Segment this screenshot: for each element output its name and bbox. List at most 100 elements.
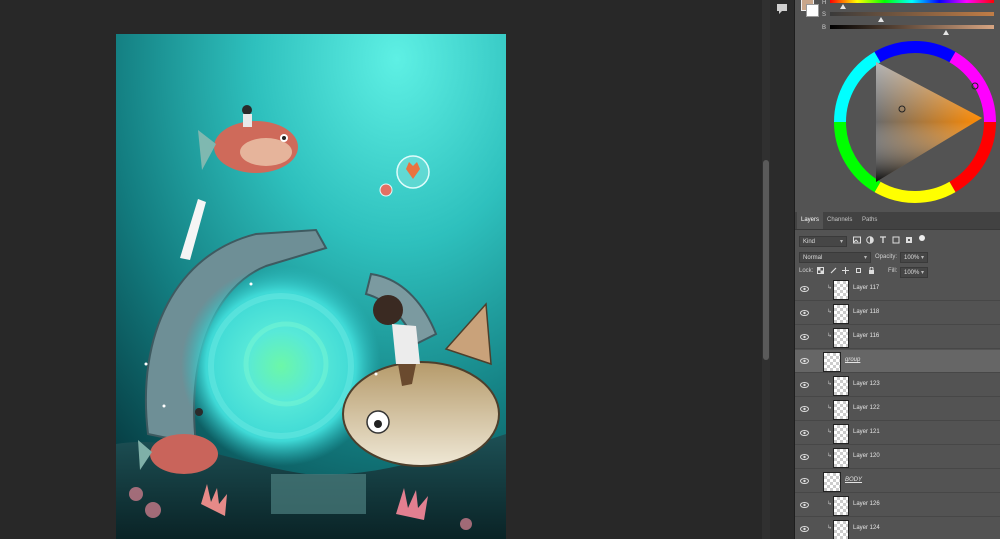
blend-mode-value: Normal bbox=[803, 255, 823, 261]
layer-thumbnail bbox=[833, 376, 849, 396]
hue-slider-label: H bbox=[822, 0, 827, 6]
layers-panel: Layers Channels Paths Kind ▾ Normal ▾ Op… bbox=[795, 212, 1000, 539]
smart-object-filter-icon[interactable] bbox=[905, 236, 913, 244]
brightness-slider-label: B bbox=[822, 25, 827, 31]
lock-artboard-icon[interactable] bbox=[855, 267, 862, 274]
lock-transparency-icon[interactable] bbox=[817, 267, 824, 274]
visibility-eye-icon[interactable] bbox=[800, 286, 809, 292]
color-wheel[interactable] bbox=[833, 40, 997, 204]
layer-row[interactable]: ↳ Layer 123 bbox=[795, 374, 1000, 397]
underwater-illustration bbox=[116, 34, 506, 539]
group-name[interactable]: group bbox=[845, 357, 860, 363]
layer-thumbnail bbox=[833, 400, 849, 420]
chevron-down-icon: ▾ bbox=[920, 255, 924, 261]
fill-field[interactable]: 100% ▾ bbox=[900, 267, 928, 278]
lock-label: Lock: bbox=[799, 268, 814, 274]
layer-row[interactable]: ↳ Layer 121 bbox=[795, 422, 1000, 445]
visibility-eye-icon[interactable] bbox=[800, 526, 809, 532]
layer-row[interactable]: ↳ Layer 116 bbox=[795, 326, 1000, 349]
visibility-eye-icon[interactable] bbox=[800, 334, 809, 340]
lock-pixels-icon[interactable] bbox=[830, 267, 837, 274]
clipping-mask-icon: ↳ bbox=[827, 501, 833, 507]
layer-name[interactable]: Layer 118 bbox=[853, 309, 879, 315]
layer-list: ↳ Layer 117 ↳ Layer 118 ↳ Layer 116 grou… bbox=[795, 278, 1000, 539]
layer-name[interactable]: Layer 116 bbox=[853, 333, 879, 339]
speech-bubble-icon[interactable] bbox=[774, 2, 790, 16]
panel-dock-strip bbox=[770, 0, 795, 539]
layer-thumbnail bbox=[833, 520, 849, 539]
adjustment-filter-icon[interactable] bbox=[866, 236, 874, 244]
hue-slider[interactable] bbox=[830, 0, 994, 3]
layer-name[interactable]: Layer 122 bbox=[853, 405, 880, 411]
layer-row[interactable]: ↳ Layer 126 bbox=[795, 494, 1000, 517]
visibility-eye-icon[interactable] bbox=[800, 310, 809, 316]
layer-thumbnail bbox=[833, 304, 849, 324]
artwork-canvas[interactable] bbox=[116, 34, 506, 539]
layer-thumbnail bbox=[833, 280, 849, 300]
brightness-slider-knob[interactable] bbox=[943, 30, 950, 35]
layer-thumbnail bbox=[833, 328, 849, 348]
visibility-eye-icon[interactable] bbox=[800, 382, 809, 388]
type-filter-icon[interactable] bbox=[879, 236, 887, 244]
filter-kind-dropdown[interactable]: Kind ▾ bbox=[799, 236, 847, 247]
filter-kind-value: Kind bbox=[803, 239, 816, 245]
right-panel-dock: H S B Layers Channels Paths Kind ▾ Norma… bbox=[795, 0, 1000, 539]
tab-layers[interactable]: Layers bbox=[797, 212, 824, 229]
layer-row[interactable]: ↳ Layer 122 bbox=[795, 398, 1000, 421]
visibility-eye-icon[interactable] bbox=[800, 358, 809, 364]
fill-value: 100% bbox=[904, 270, 920, 276]
layer-name[interactable]: Layer 124 bbox=[853, 525, 880, 531]
layer-row[interactable]: ↳ Layer 118 bbox=[795, 302, 1000, 325]
scrollbar-thumb[interactable] bbox=[763, 160, 769, 360]
tab-paths[interactable]: Paths bbox=[858, 212, 881, 229]
visibility-eye-icon[interactable] bbox=[800, 430, 809, 436]
image-filter-icon[interactable] bbox=[853, 236, 861, 244]
layer-name[interactable]: Layer 120 bbox=[853, 453, 880, 459]
layer-name[interactable]: Layer 117 bbox=[853, 285, 879, 291]
lock-position-icon[interactable] bbox=[842, 267, 849, 274]
layer-thumbnail bbox=[833, 496, 849, 516]
clipping-mask-icon: ↳ bbox=[827, 405, 833, 411]
chevron-down-icon: ▾ bbox=[863, 255, 867, 261]
layer-name[interactable]: Layer 121 bbox=[853, 429, 880, 435]
visibility-eye-icon[interactable] bbox=[800, 454, 809, 460]
clipping-mask-icon: ↳ bbox=[827, 333, 833, 339]
color-panel: H S B bbox=[795, 0, 1000, 212]
shape-filter-icon[interactable] bbox=[892, 236, 900, 244]
layer-row[interactable]: BODY bbox=[795, 470, 1000, 493]
toggle-filter-icon[interactable] bbox=[918, 234, 926, 242]
visibility-eye-icon[interactable] bbox=[800, 406, 809, 412]
document-canvas-area[interactable] bbox=[0, 0, 762, 539]
clipping-mask-icon: ↳ bbox=[827, 309, 833, 315]
layer-name[interactable]: Layer 123 bbox=[853, 381, 880, 387]
group-thumbnail bbox=[823, 472, 841, 492]
opacity-label: Opacity: bbox=[875, 254, 898, 260]
saturation-slider-label: S bbox=[822, 12, 827, 18]
clipping-mask-icon: ↳ bbox=[827, 525, 833, 531]
group-name[interactable]: BODY bbox=[845, 477, 862, 483]
chevron-down-icon: ▾ bbox=[839, 239, 843, 245]
opacity-field[interactable]: 100% ▾ bbox=[900, 252, 928, 263]
opacity-value: 100% bbox=[904, 255, 920, 261]
layer-row[interactable]: ↳ Layer 120 bbox=[795, 446, 1000, 469]
fill-label: Fill: bbox=[888, 268, 898, 274]
background-color-swatch[interactable] bbox=[806, 4, 819, 17]
layer-thumbnail bbox=[833, 424, 849, 444]
visibility-eye-icon[interactable] bbox=[800, 478, 809, 484]
brightness-slider[interactable] bbox=[830, 25, 994, 29]
layer-row[interactable]: ↳ Layer 117 bbox=[795, 278, 1000, 301]
blend-mode-dropdown[interactable]: Normal ▾ bbox=[799, 252, 871, 263]
tab-channels[interactable]: Channels bbox=[823, 212, 856, 229]
panel-tab-bar: Layers Channels Paths bbox=[795, 212, 1000, 230]
lock-all-icon[interactable] bbox=[868, 267, 875, 274]
layer-name[interactable]: Layer 126 bbox=[853, 501, 880, 507]
visibility-eye-icon[interactable] bbox=[800, 502, 809, 508]
clipping-mask-icon: ↳ bbox=[827, 429, 833, 435]
clipping-mask-icon: ↳ bbox=[827, 381, 833, 387]
saturation-slider[interactable] bbox=[830, 12, 994, 16]
layer-row[interactable]: ↳ Layer 124 bbox=[795, 518, 1000, 539]
layer-row-selected[interactable]: group bbox=[795, 350, 1000, 373]
hue-slider-knob[interactable] bbox=[840, 4, 847, 9]
saturation-slider-knob[interactable] bbox=[877, 17, 884, 22]
clipping-mask-icon: ↳ bbox=[827, 453, 833, 459]
